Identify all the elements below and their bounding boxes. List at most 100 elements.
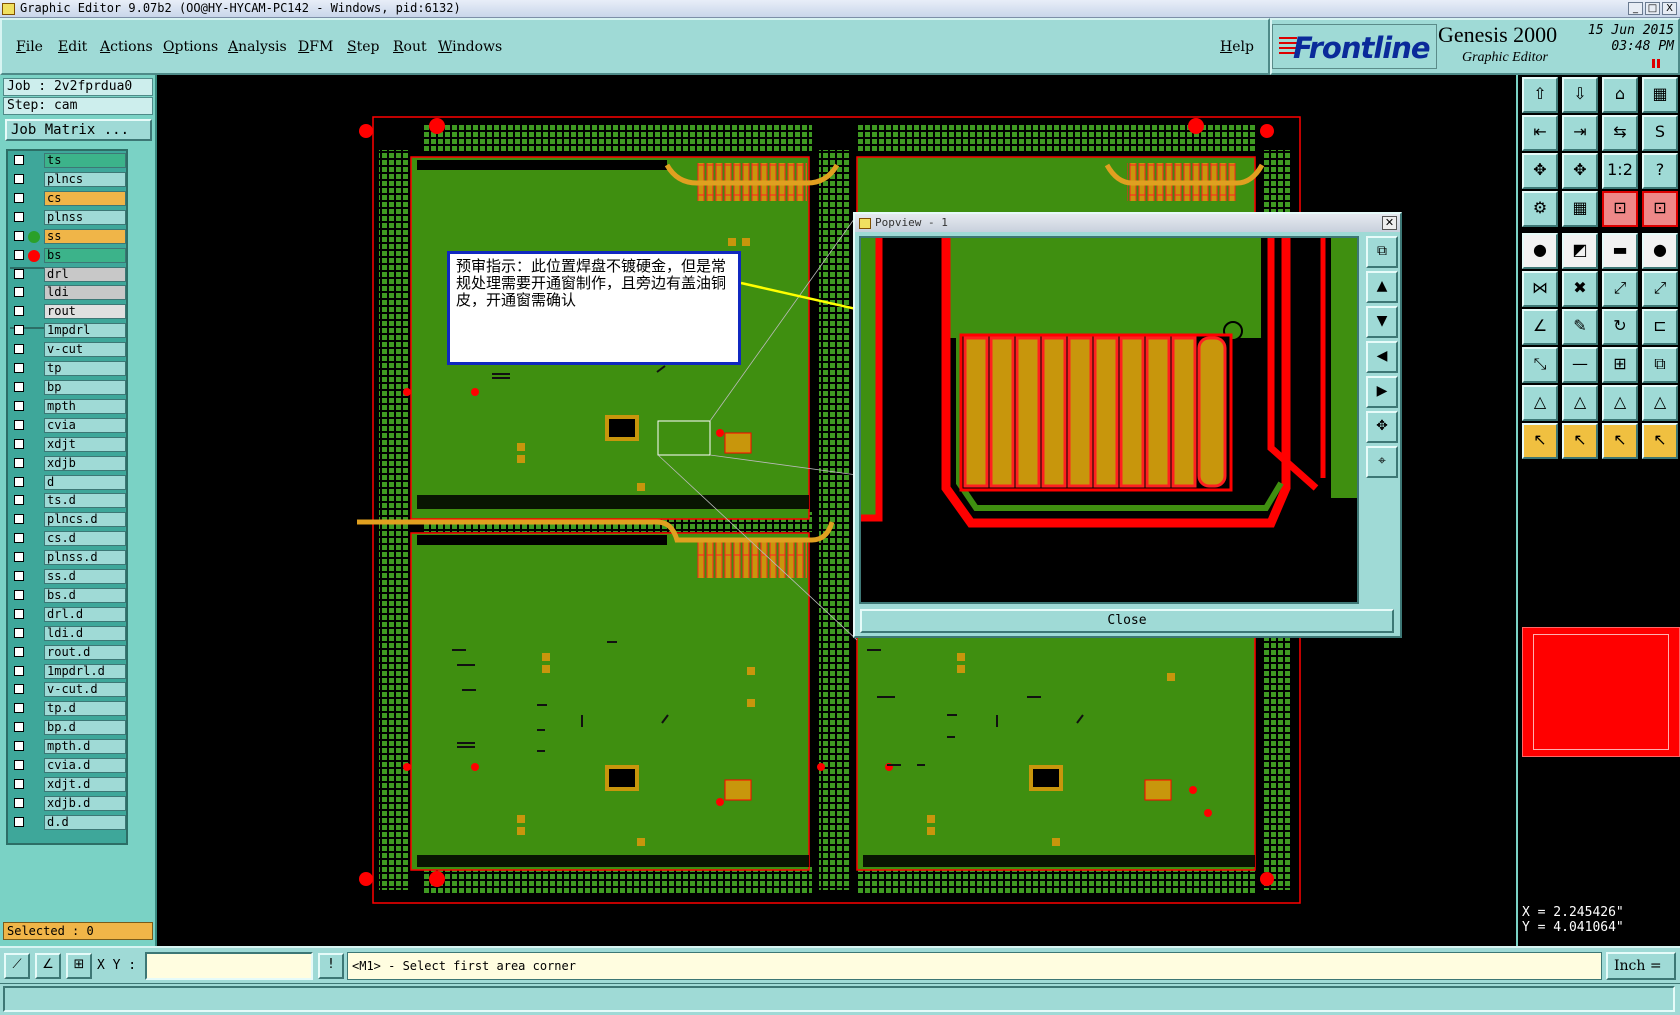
popview-center-icon[interactable]: ⌖ [1366,446,1398,478]
layer-name[interactable]: cvia.d [44,758,126,773]
menu-actions[interactable]: Actions [100,39,153,55]
zoom-fit-icon[interactable]: ✥ [1522,153,1558,189]
layer-row[interactable]: cvia [10,417,126,433]
layer-checkbox[interactable] [14,589,24,600]
job-matrix-button[interactable]: Job Matrix ... [5,119,152,141]
layer-name[interactable]: d.d [44,814,126,830]
layer-row[interactable]: ts [10,153,126,168]
close-window-button[interactable]: X [1662,2,1677,15]
layer-row[interactable]: 1mpdrl [10,323,126,339]
layer-row[interactable]: drl.d [10,606,126,622]
layer-name[interactable]: 1mpdrl.d [44,663,126,679]
layer-row[interactable]: d [10,474,126,490]
fit-icon[interactable]: ⇆ [1602,115,1638,151]
layer-checkbox[interactable] [14,211,24,222]
mirror-icon[interactable]: ⊏ [1642,309,1678,345]
layer-row[interactable]: rout.d [10,644,126,660]
overview-map[interactable] [1522,627,1680,757]
layer-name[interactable]: mpth.d [44,739,126,755]
layer-row[interactable]: v-cut.d [10,682,126,698]
layer-checkbox[interactable] [14,552,24,563]
layer-name[interactable]: xdjb [44,455,126,471]
layer-name[interactable]: tp [44,361,126,377]
menu-rout[interactable]: Rout [393,39,427,55]
layer-row[interactable]: ss.d [10,569,126,584]
layer-row[interactable]: xdjt [10,436,126,452]
snap-icon[interactable]: ⤢ [1602,271,1638,307]
grid-mode-icon[interactable]: ⊞ [66,953,92,979]
layer-name[interactable]: xdjt [44,436,126,452]
layer-checkbox[interactable] [14,287,24,298]
layer-name[interactable]: v-cut.d [44,682,126,698]
pan-icon[interactable]: ▦ [1642,77,1678,113]
angle-mode-icon[interactable]: ∠ [35,953,61,979]
select2-icon[interactable]: ↖ [1562,423,1598,459]
layer-row[interactable]: xdjt.d [10,776,126,792]
layer-name[interactable]: drl [44,266,126,282]
layer-row[interactable]: bs [10,247,126,263]
layer-checkbox[interactable] [14,249,24,260]
layer-row[interactable]: plnss [10,209,126,225]
layer-name[interactable]: cvia [44,417,126,433]
circle-icon[interactable]: ● [1642,233,1678,269]
layer-row[interactable]: tp [10,361,126,377]
zoom-center-icon[interactable]: ✥ [1562,153,1598,189]
layer-checkbox[interactable] [14,778,24,789]
popview-close-button[interactable]: Close [860,609,1394,633]
layer-name[interactable]: mpth [44,398,126,414]
layer-checkbox[interactable] [14,419,24,430]
layer-checkbox[interactable] [14,760,24,770]
layer-row[interactable]: drl [10,266,126,282]
menu-analysis[interactable]: Analysis [228,39,287,55]
scale-icon[interactable]: 1:2 [1602,153,1638,189]
layer-row[interactable]: plnss.d [10,550,126,566]
layer-name[interactable]: bp.d [44,720,126,736]
layer-checkbox[interactable] [14,192,24,203]
layer-row[interactable]: ss [10,228,126,244]
layer-row[interactable]: plncs [10,171,126,187]
triangle3-icon[interactable]: △ [1602,385,1638,421]
layer-row[interactable]: bs.d [10,587,126,603]
layer-name[interactable]: plncs.d [44,512,126,528]
layer-checkbox[interactable] [14,722,24,733]
layer-checkbox[interactable] [14,400,24,411]
menu-dfm[interactable]: DFM [298,39,333,55]
measure-icon[interactable]: ⊞ [1602,347,1638,383]
popview-zoom-out-icon[interactable]: ▼ [1366,306,1398,338]
layer-row[interactable]: ts.d [10,493,126,509]
rotate-icon[interactable]: ↻ [1602,309,1638,345]
layer-row[interactable]: rout [10,304,126,320]
menu-options[interactable]: Options [163,39,218,55]
layer-name[interactable]: drl.d [44,606,126,622]
layer-checkbox[interactable] [14,476,24,487]
triangle4-icon[interactable]: △ [1642,385,1678,421]
layer-checkbox[interactable] [14,608,24,619]
menu-windows[interactable]: Windows [438,39,502,55]
snap-mode-icon[interactable]: ⟋ [4,953,30,979]
layer-checkbox[interactable] [14,438,24,449]
zoom-in-icon[interactable]: ⇧ [1522,77,1558,113]
layer-checkbox[interactable] [14,627,24,638]
layer-name[interactable]: bs [44,247,126,263]
angle-icon[interactable]: ∠ [1522,309,1558,345]
popview-canvas[interactable] [859,236,1359,604]
layer-row[interactable]: v-cut [10,342,126,358]
layer-checkbox[interactable] [14,268,24,279]
layer-row[interactable]: bp [10,380,126,395]
popview-pan-right-icon[interactable]: ▶ [1366,376,1398,408]
layer-checkbox[interactable] [14,816,24,827]
alert-icon[interactable]: ! [318,953,344,979]
layer-row[interactable]: plncs.d [10,512,126,528]
layer-name[interactable]: d [44,474,126,490]
layer-name[interactable]: ldi [44,285,126,301]
menu-help[interactable]: Help [1220,39,1254,55]
layer-name[interactable]: ldi.d [44,625,126,641]
layer-row[interactable]: xdjb.d [10,795,126,811]
units-select[interactable]: Inch = [1606,952,1676,980]
layer-name[interactable]: cs [44,190,126,206]
xy-input[interactable] [145,952,313,980]
triangle-icon[interactable]: △ [1522,385,1558,421]
layer-checkbox[interactable] [14,363,24,374]
layer-checkbox[interactable] [14,325,24,336]
layer-checkbox[interactable] [14,514,24,525]
